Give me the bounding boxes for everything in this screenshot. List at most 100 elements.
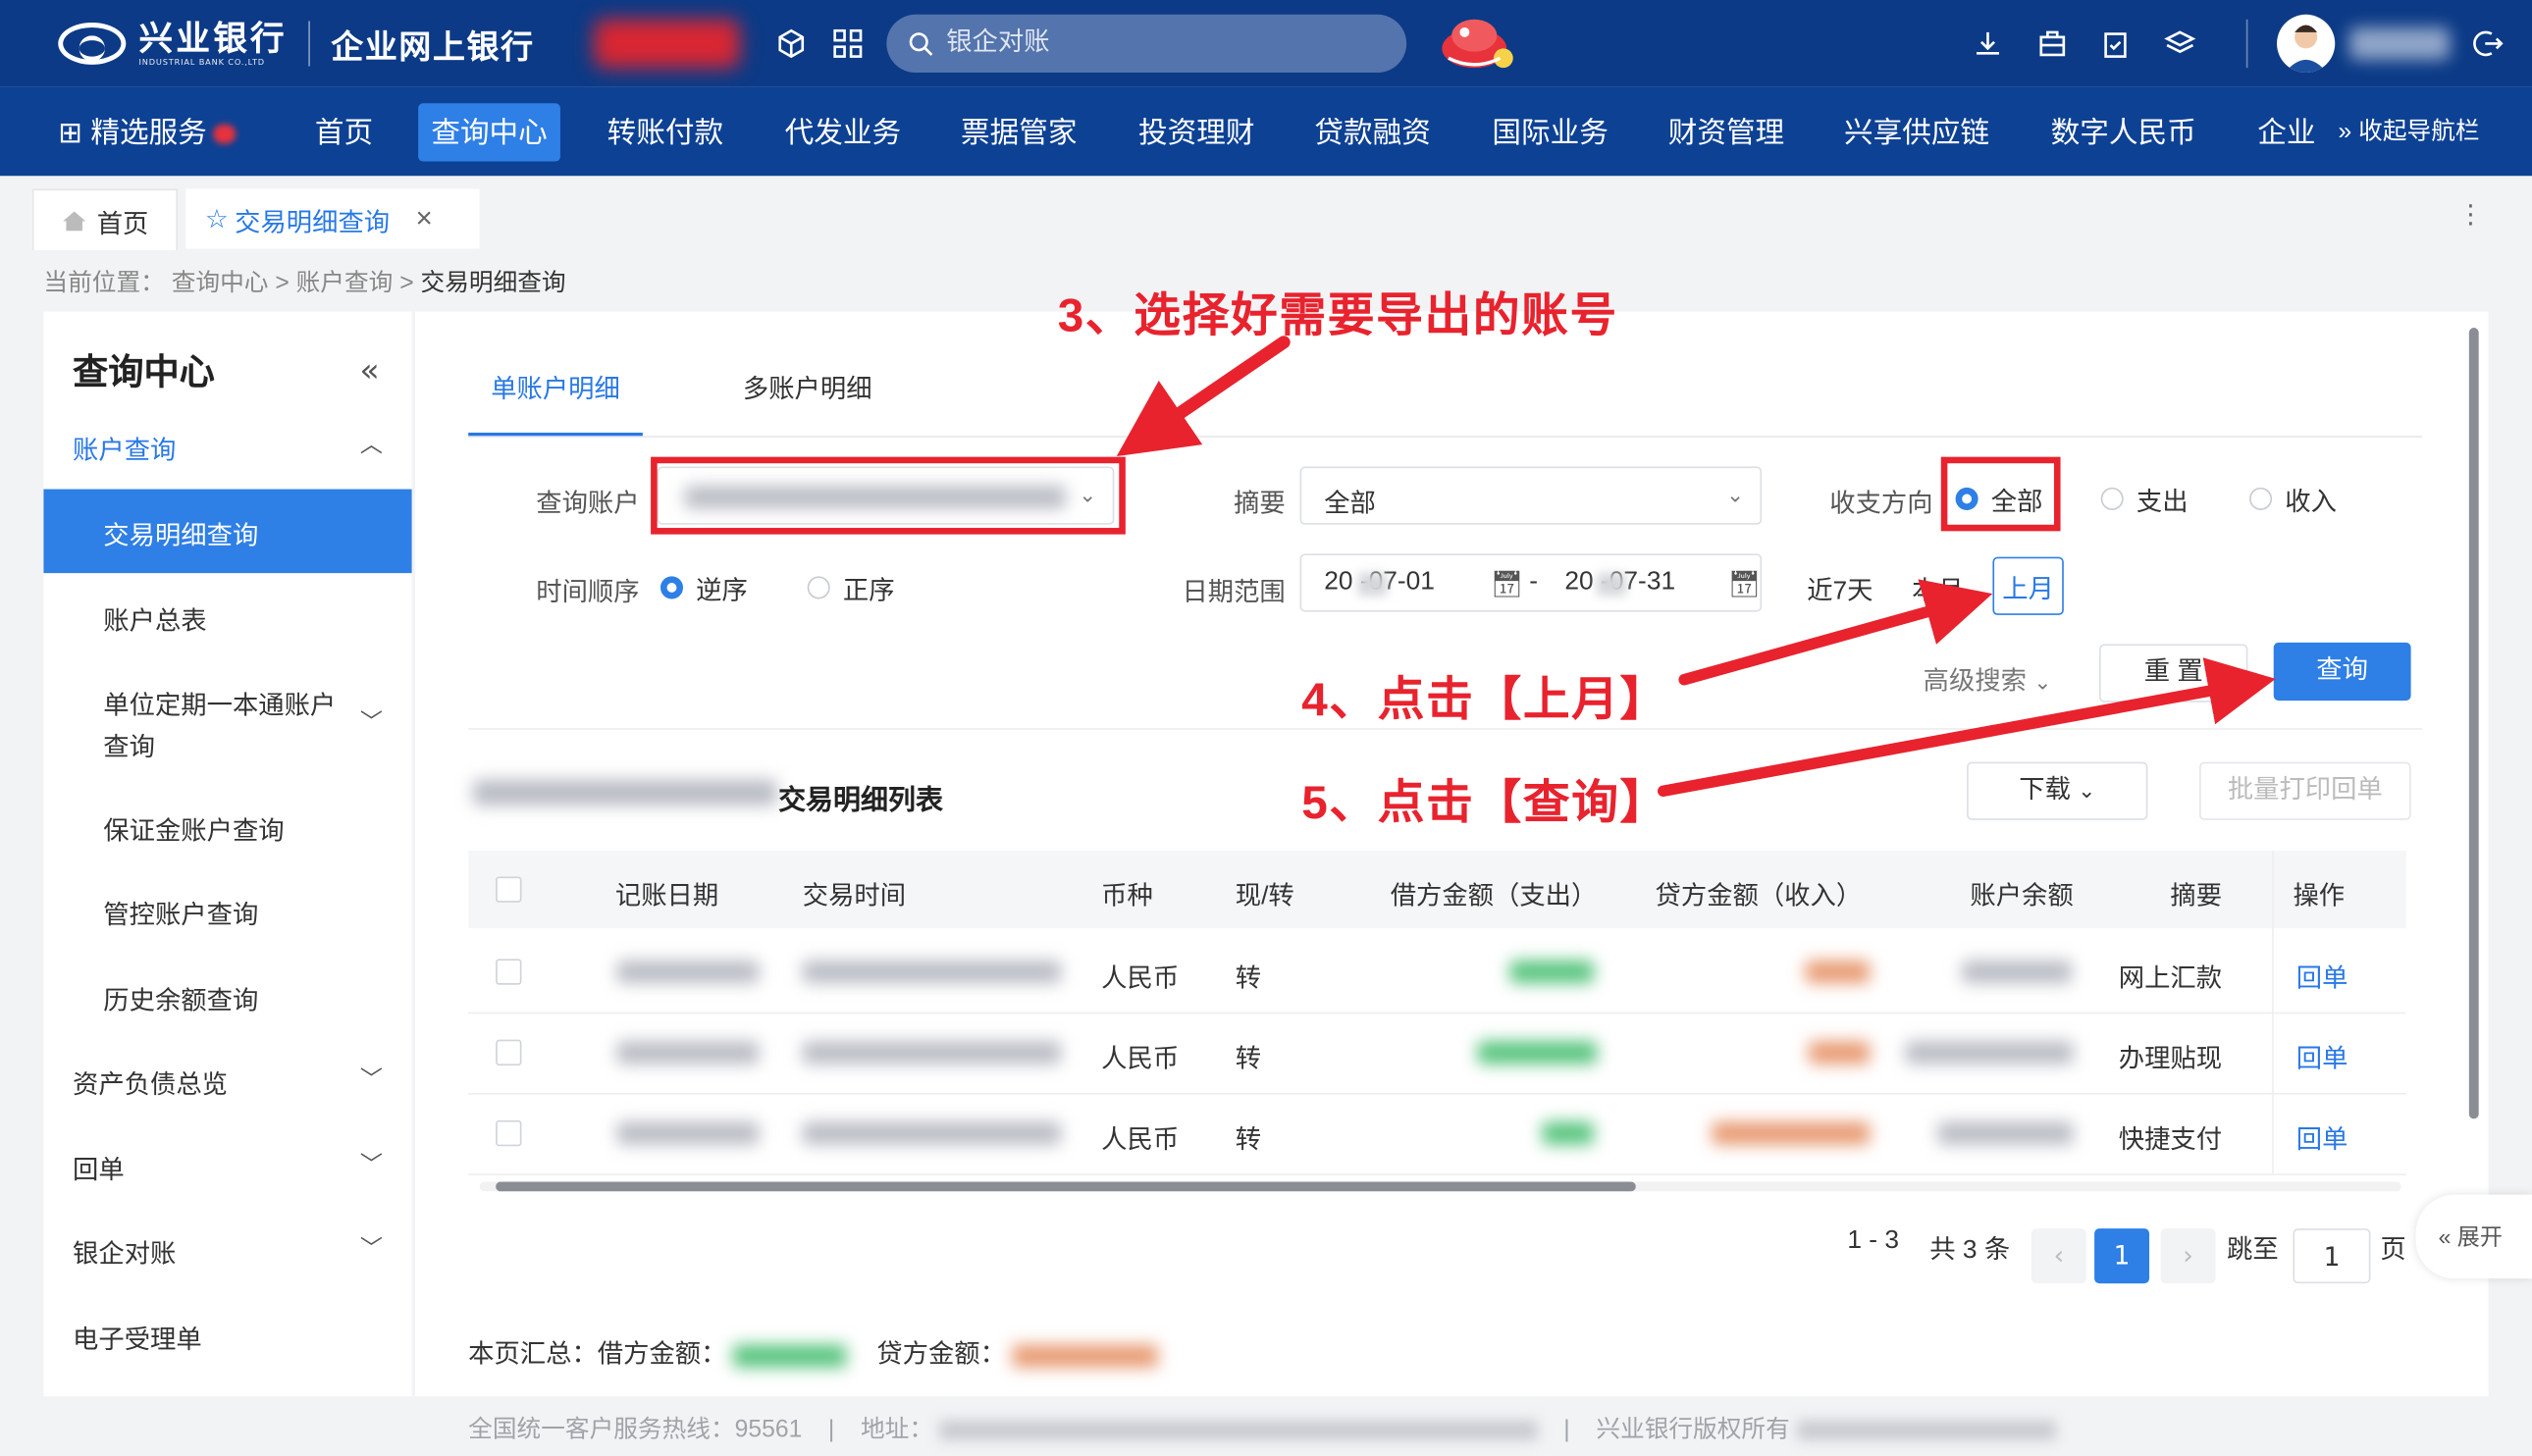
goto-page-input[interactable]: 1: [2293, 1228, 2371, 1284]
redacted-username: [2349, 26, 2451, 60]
redacted-debit: [1477, 1041, 1598, 1065]
nav-payroll[interactable]: 代发业务: [772, 103, 915, 161]
tab-transaction-detail[interactable]: ☆ 交易明细查询 ×: [185, 188, 480, 249]
nav-featured-services[interactable]: ⊞ 精选服务: [45, 103, 249, 161]
col-posting-date: 记账日期: [614, 883, 719, 911]
clipboard-check-icon[interactable]: [2099, 27, 2132, 60]
chevron-down-icon: ⌄: [2078, 778, 2096, 803]
star-icon[interactable]: ☆: [205, 202, 229, 234]
sidebar-item-deposit-account[interactable]: 保证金账户查询: [43, 808, 411, 857]
collapse-sidebar-icon[interactable]: «: [360, 350, 380, 389]
sidebar-item-balance-sheet[interactable]: 资产负债总览 ﹀: [43, 1063, 411, 1111]
direction-income-radio[interactable]: 收入: [2249, 480, 2337, 518]
quick-this-month[interactable]: 本月: [1912, 568, 1964, 606]
receipt-link[interactable]: 回单: [2296, 1036, 2348, 1074]
apps-grid-icon[interactable]: [831, 27, 864, 60]
radio-checked: [659, 576, 684, 599]
sidebar-item-bank-reconciliation[interactable]: 银企对账 ﹀: [43, 1231, 411, 1279]
nav-investment[interactable]: 投资理财: [1126, 103, 1268, 161]
receipt-link[interactable]: 回单: [2296, 956, 2348, 994]
row-checkbox[interactable]: [496, 959, 522, 985]
sidebar-item-receipt[interactable]: 回单 ﹀: [43, 1148, 411, 1196]
annotation-step5: 5、点击【查询】: [1301, 778, 1668, 830]
sidebar-item-e-receipt[interactable]: 电子受理单: [43, 1318, 411, 1366]
table-row[interactable]: 人民币 转 网上汇款 回单: [468, 931, 2406, 1014]
receipt-link[interactable]: 回单: [2296, 1118, 2348, 1156]
search-icon: [909, 32, 933, 56]
quick-last-month[interactable]: 上月: [1992, 556, 2064, 615]
download-dropdown[interactable]: 下载 ⌄: [1967, 761, 2148, 820]
redacted-debit: [1509, 961, 1595, 984]
sidebar-item-transaction-detail[interactable]: 交易明细查询: [43, 489, 412, 574]
row-checkbox[interactable]: [496, 1039, 522, 1066]
redacted-account-in-title: [473, 779, 777, 806]
breadcrumb-account-query[interactable]: 账户查询: [296, 270, 394, 297]
date-range-picker[interactable]: 20 -07-01 📅︎ - 20 -07-31 📅︎: [1299, 553, 1763, 612]
sidebar-item-controlled-account[interactable]: 管控账户查询: [43, 893, 411, 941]
nav-transfer[interactable]: 转账付款: [595, 103, 737, 161]
nav-collapse[interactable]: » 收起导航栏: [2325, 103, 2492, 161]
direction-expense-radio[interactable]: 支出: [2100, 480, 2189, 518]
table-row[interactable]: 人民币 转 快捷支付 回单: [468, 1093, 2406, 1175]
nav-bills[interactable]: 票据管家: [948, 103, 1090, 161]
batch-print-receipt-button[interactable]: 批量打印回单: [2199, 761, 2411, 820]
nav-enterprise[interactable]: 企业: [2244, 103, 2329, 161]
advanced-search-toggle[interactable]: 高级搜索 ⌄: [1924, 658, 2052, 697]
sidebar-item-account-query[interactable]: 账户查询 ︿: [43, 428, 411, 476]
col-summary: 摘要: [2170, 883, 2223, 911]
pagination-total: 共 3 条: [1929, 1236, 2011, 1265]
tab-multi-account[interactable]: 多账户明细: [743, 367, 872, 405]
row-checkbox[interactable]: [496, 1119, 522, 1147]
col-debit-amount: 借方金额（支出）: [1390, 883, 1598, 911]
nav-home[interactable]: 首页: [302, 103, 387, 161]
pagination-range: 1 - 3: [1847, 1226, 1900, 1255]
fixed-column-divider: [2272, 851, 2274, 1174]
summary-select[interactable]: 全部 ⌄: [1299, 466, 1763, 525]
order-asc-radio[interactable]: 正序: [807, 568, 895, 606]
briefcase-icon[interactable]: [2036, 27, 2069, 60]
tab-home[interactable]: 首页: [31, 188, 178, 251]
query-button[interactable]: 查询: [2273, 642, 2411, 702]
expand-panel-button[interactable]: « 展开: [2415, 1194, 2532, 1279]
redacted-debit: [1542, 1121, 1595, 1145]
layers-icon[interactable]: [2164, 27, 2196, 60]
nav-treasury[interactable]: 财资管理: [1656, 103, 1798, 161]
nav-international[interactable]: 国际业务: [1479, 103, 1621, 161]
scrollbar-thumb[interactable]: [496, 1181, 1636, 1192]
quick-last-7-days[interactable]: 近7天: [1807, 568, 1873, 606]
order-desc-radio[interactable]: 逆序: [659, 568, 748, 606]
vertical-scrollbar[interactable]: [2468, 328, 2479, 1119]
sidebar-item-historical-balance[interactable]: 历史余额查询: [43, 978, 411, 1026]
page-1-button[interactable]: 1: [2094, 1228, 2150, 1284]
search-input[interactable]: [942, 26, 1370, 60]
global-search[interactable]: [886, 14, 1407, 74]
sidebar-item-account-summary[interactable]: 账户总表: [43, 598, 411, 647]
bank-logo[interactable]: 兴业银行 INDUSTRIAL BANK CO.,LTD 企业网上银行: [58, 16, 534, 71]
sidebar-item-fixed-deposit[interactable]: 单位定期一本通账户 查询 ﹀: [43, 683, 411, 763]
nav-loans[interactable]: 贷款融资: [1301, 103, 1444, 161]
user-avatar[interactable]: [2277, 14, 2336, 74]
more-vertical-icon[interactable]: ⋮: [2457, 198, 2483, 229]
page-tabs: 首页 ☆ 交易明细查询 × ⋮: [0, 176, 2532, 251]
select-all-checkbox[interactable]: [496, 876, 522, 903]
nav-query-center[interactable]: 查询中心: [418, 103, 560, 162]
nav-supply-chain[interactable]: 兴享供应链: [1831, 103, 2002, 161]
logout-icon[interactable]: [2472, 27, 2505, 60]
summary-label: 摘要: [1234, 491, 1286, 519]
horizontal-scrollbar[interactable]: [479, 1181, 2401, 1192]
close-icon[interactable]: ×: [415, 202, 432, 236]
nav-digital-rmb[interactable]: 数字人民币: [2038, 103, 2209, 161]
calendar-icon[interactable]: 📅︎: [1491, 568, 1523, 600]
mascot-icon[interactable]: [1436, 10, 1520, 75]
reset-button[interactable]: 重 置: [2099, 644, 2248, 702]
breadcrumb-query-center[interactable]: 查询中心: [172, 270, 269, 297]
date-range-label: 日期范围: [1182, 579, 1286, 607]
calendar-icon[interactable]: 📅︎: [1728, 568, 1761, 600]
prev-page-button[interactable]: ‹: [2031, 1228, 2086, 1284]
table-row[interactable]: 人民币 转 办理贴现 回单: [468, 1013, 2406, 1095]
cube-icon[interactable]: [775, 27, 808, 60]
main-nav: ⊞ 精选服务 首页 查询中心 转账付款 代发业务 票据管家 投资理财 贷款融资 …: [0, 86, 2532, 177]
tab-single-account[interactable]: 单账户明细: [491, 367, 620, 405]
download-icon[interactable]: [1972, 27, 2004, 60]
next-page-button[interactable]: ›: [2160, 1228, 2216, 1284]
